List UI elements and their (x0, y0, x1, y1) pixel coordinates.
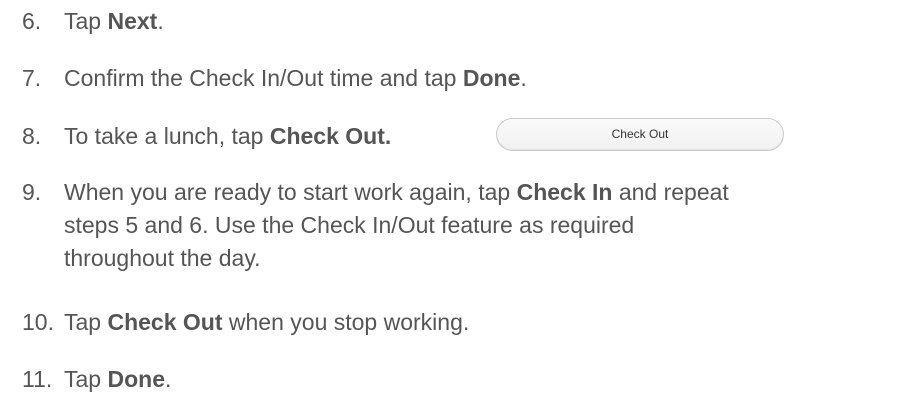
step-9-line-3: throughout the day. (64, 245, 261, 271)
step-7: 7. Confirm the Check In/Out time and tap … (22, 62, 527, 95)
step-number: 11. (22, 366, 53, 392)
step-bold-text: Done (462, 65, 521, 91)
step-bold-text: Next (107, 8, 158, 34)
step-8: 8. To take a lunch, tap Check Out. (22, 120, 391, 153)
step-11: 11. Tap Done. (22, 363, 171, 396)
step-text: When you are ready to start work again, … (64, 179, 517, 205)
step-text-end: when you stop working. (222, 309, 470, 335)
step-9-line-2: steps 5 and 6. Use the Check In/Out feat… (64, 212, 635, 238)
step-number: 9. (22, 179, 42, 205)
step-number: 6. (22, 8, 42, 34)
step-9-line-1: 9. When you are ready to start work again… (22, 176, 912, 209)
step-9: 9. When you are ready to start work again… (22, 176, 912, 275)
step-bold-text: Done (107, 366, 165, 392)
step-text-end: and repeat (612, 179, 729, 205)
step-6: 6. Tap Next. (22, 5, 164, 38)
step-10: 10. Tap Check Out when you stop working. (22, 306, 469, 339)
step-text: Confirm the Check In/Out time and tap (64, 65, 463, 91)
step-text-end: . (520, 65, 527, 91)
step-number: 8. (22, 123, 42, 149)
step-bold-text: Check Out (107, 309, 223, 335)
step-text-end: . (157, 8, 164, 34)
step-number: 10. (22, 309, 54, 335)
step-text: To take a lunch, tap (64, 123, 270, 149)
step-text: Tap (64, 366, 108, 392)
step-bold-text: Check In (516, 179, 613, 205)
step-text: Tap (64, 309, 108, 335)
step-text-end: . (164, 366, 172, 392)
step-number: 7. (22, 65, 42, 91)
step-bold-text: Check Out. (269, 123, 392, 149)
step-text: Tap (64, 8, 108, 34)
check-out-button[interactable]: Check Out (496, 118, 784, 151)
